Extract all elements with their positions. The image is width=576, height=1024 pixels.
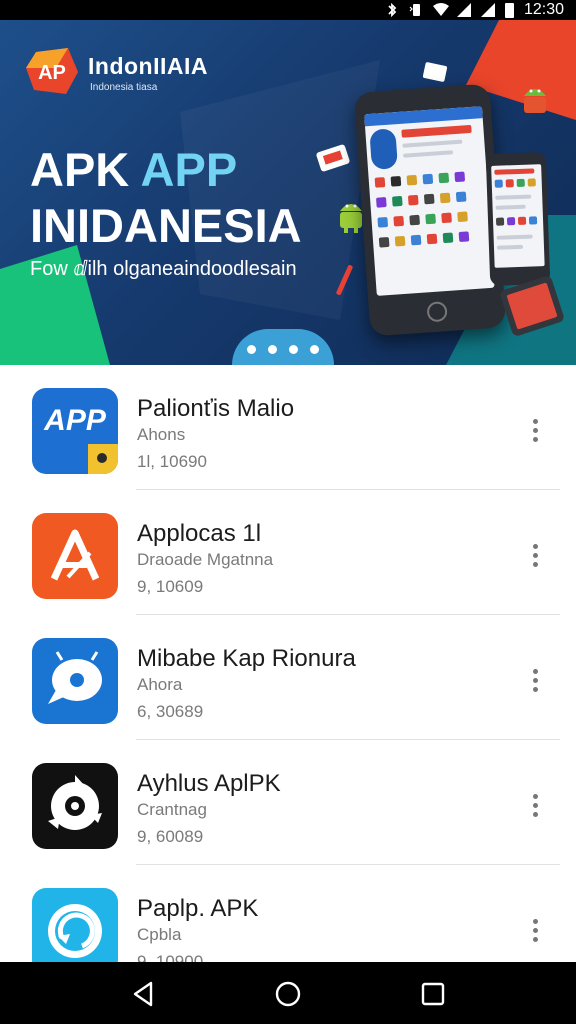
banner-subtitle: Fow ⅆilh olganeaindoodlesain <box>30 258 297 280</box>
phone-screen: 12:30 AP IndonIIAIA Indonesia tiasa APK … <box>0 0 576 1024</box>
app-name: Paplp. APK <box>137 895 259 922</box>
app-developer: Ahons <box>137 425 186 444</box>
app-icon-label: APP <box>43 404 107 437</box>
android-robot-green-icon <box>520 82 550 118</box>
brand-name: IndonIIAIA <box>88 53 208 79</box>
more-options-button[interactable] <box>524 540 546 570</box>
more-options-button[interactable] <box>524 665 546 695</box>
app-download-count: 9, 10900 <box>137 952 204 962</box>
eye-swirl-icon <box>32 763 118 849</box>
more-options-button[interactable] <box>524 415 546 445</box>
app-text-icon: APP <box>32 388 118 474</box>
chat-bot-icon <box>32 638 118 724</box>
carousel-indicator[interactable] <box>232 329 334 365</box>
app-list-item[interactable]: Paplp. APK Cpbla 9, 10900 <box>0 865 576 962</box>
phone-illustration-small-screen <box>491 164 545 268</box>
carousel-dot[interactable] <box>268 344 277 354</box>
status-bar: 12:30 <box>0 0 576 20</box>
carousel-dot[interactable] <box>310 344 319 354</box>
vibrate-icon <box>409 3 423 17</box>
status-time: 12:30 <box>523 1 564 18</box>
app-developer: Crantnag <box>137 800 207 819</box>
battery-icon <box>504 2 514 18</box>
back-button[interactable] <box>129 980 159 1008</box>
app-download-count: 6, 30689 <box>137 702 204 721</box>
phone-illustration <box>353 83 507 337</box>
brand-tagline: Indonesia tiasa <box>90 82 158 93</box>
banner-title-line2: INIDANESIA <box>30 199 302 252</box>
banner-title-accent: APP <box>140 143 238 196</box>
hero-banner[interactable]: AP IndonIIAIA Indonesia tiasa APK APP IN… <box>0 20 576 365</box>
wifi-icon <box>432 3 449 17</box>
bluetooth-icon <box>385 2 399 18</box>
recents-button[interactable] <box>418 980 448 1008</box>
app-list-item[interactable]: Ayhlus AplPK Crantnag 9, 60089 <box>0 740 576 865</box>
app-developer: Ahora <box>137 675 183 694</box>
signal-icon <box>456 3 471 17</box>
app-list-item[interactable]: Mibabe Kap Rionura Ahora 6, 30689 <box>0 615 576 740</box>
app-download-count: 9, 10609 <box>137 577 204 596</box>
more-options-button[interactable] <box>524 915 546 945</box>
small-card-icon <box>422 61 448 83</box>
app-download-count: 9, 60089 <box>137 827 204 846</box>
app-list-item[interactable]: APP Palionťis Malio Ahons 1l, 10690 <box>0 365 576 490</box>
carousel-dot[interactable] <box>289 344 298 354</box>
app-name: Mibabe Kap Rionura <box>137 645 356 672</box>
home-button[interactable] <box>273 980 303 1008</box>
phone-illustration-screen <box>364 106 495 296</box>
app-download-count: 1l, 10690 <box>137 452 207 471</box>
brand-logo: AP <box>26 48 78 94</box>
signal-icon-2 <box>480 3 495 17</box>
phone-illustration-home <box>426 301 448 323</box>
app-list: APP Palionťis Malio Ahons 1l, 10690 Appl… <box>0 365 576 962</box>
app-list-item[interactable]: Applocas 1l Draoade Mgatnna 9, 10609 <box>0 490 576 615</box>
app-developer: Draoade Mgatnna <box>137 550 274 569</box>
app-developer: Cpbla <box>137 925 182 944</box>
stylized-a-icon <box>32 513 118 599</box>
carousel-dot[interactable] <box>247 344 256 354</box>
refresh-circle-icon <box>32 888 118 962</box>
app-name: Palionťis Malio <box>137 395 295 422</box>
app-name: Ayhlus AplPK <box>137 770 281 797</box>
phone-illustration-small <box>485 151 551 287</box>
navigation-bar <box>0 962 576 1024</box>
logo-text: AP <box>38 62 66 84</box>
more-options-button[interactable] <box>524 790 546 820</box>
phone-illustration-tilted-screen <box>506 282 558 330</box>
banner-title: APK APP INIDANESIA <box>30 142 330 254</box>
banner-title-white: APK <box>30 143 141 196</box>
app-name: Applocas 1l <box>137 520 262 547</box>
